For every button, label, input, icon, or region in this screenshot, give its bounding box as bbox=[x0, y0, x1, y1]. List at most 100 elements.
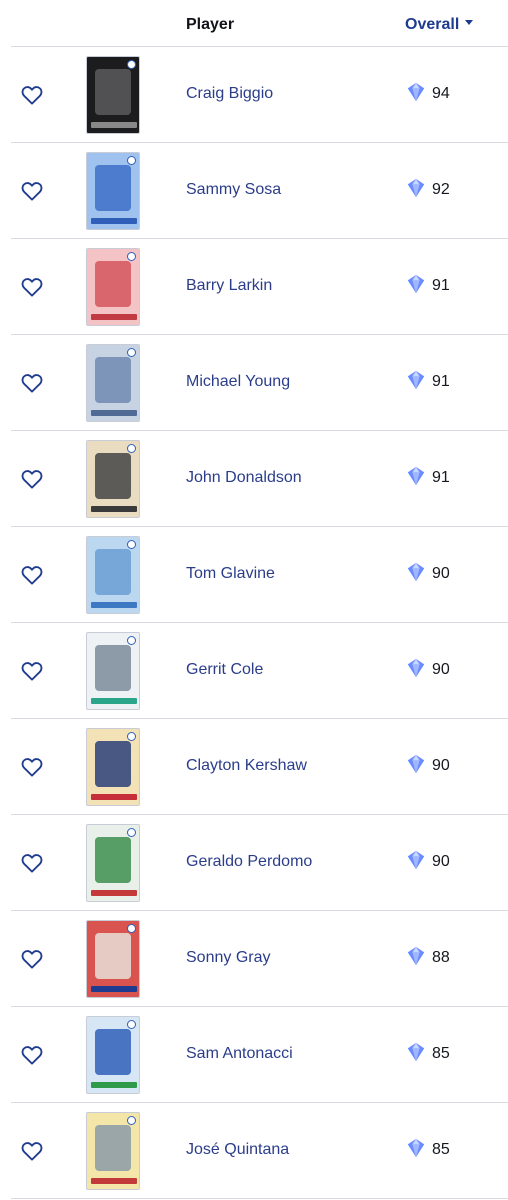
player-name-link[interactable]: Sammy Sosa bbox=[186, 181, 281, 199]
card-photo bbox=[95, 549, 131, 595]
table-row[interactable]: Michael Young 91 bbox=[11, 335, 508, 431]
table-row[interactable]: José Quintana 85 bbox=[11, 1103, 508, 1199]
player-name-link[interactable]: Craig Biggio bbox=[186, 85, 273, 103]
column-header-overall-sort[interactable]: Overall bbox=[405, 16, 474, 34]
overall-rating: 91 bbox=[432, 373, 450, 390]
card-nameplate bbox=[91, 1082, 137, 1088]
table-row[interactable]: Gerrit Cole 90 bbox=[11, 623, 508, 719]
diamond-rarity-icon bbox=[405, 753, 427, 775]
favorite-heart-icon[interactable] bbox=[21, 85, 43, 105]
overall-rating: 90 bbox=[432, 853, 450, 870]
diamond-rarity-icon bbox=[405, 177, 427, 199]
favorite-heart-icon[interactable] bbox=[21, 757, 43, 777]
table-row[interactable]: Barry Larkin 91 bbox=[11, 239, 508, 335]
favorite-heart-icon[interactable] bbox=[21, 373, 43, 393]
player-card-image[interactable] bbox=[86, 152, 140, 230]
card-photo bbox=[95, 933, 131, 979]
card-photo bbox=[95, 837, 131, 883]
player-card-image[interactable] bbox=[86, 344, 140, 422]
player-card-image[interactable] bbox=[86, 728, 140, 806]
diamond-rarity-icon bbox=[405, 369, 427, 391]
diamond-rarity-icon bbox=[405, 81, 427, 103]
card-badge-icon bbox=[127, 636, 136, 645]
table-body: Craig Biggio 94 Sammy Sosa 92 Barry Larkin 91… bbox=[11, 47, 508, 1199]
player-name-link[interactable]: Geraldo Perdomo bbox=[186, 853, 312, 871]
card-photo bbox=[95, 741, 131, 787]
card-badge-icon bbox=[127, 156, 136, 165]
player-name-link[interactable]: José Quintana bbox=[186, 1141, 289, 1159]
card-badge-icon bbox=[127, 348, 136, 357]
favorite-heart-icon[interactable] bbox=[21, 661, 43, 681]
table-row[interactable]: Clayton Kershaw 90 bbox=[11, 719, 508, 815]
card-badge-icon bbox=[127, 444, 136, 453]
card-nameplate bbox=[91, 506, 137, 512]
player-name-link[interactable]: Clayton Kershaw bbox=[186, 757, 307, 775]
player-name-link[interactable]: John Donaldson bbox=[186, 469, 302, 487]
card-badge-icon bbox=[127, 1020, 136, 1029]
player-card-image[interactable] bbox=[86, 248, 140, 326]
favorite-heart-icon[interactable] bbox=[21, 1141, 43, 1161]
table-row[interactable]: John Donaldson 91 bbox=[11, 431, 508, 527]
card-nameplate bbox=[91, 1178, 137, 1184]
table-row[interactable]: Tom Glavine 90 bbox=[11, 527, 508, 623]
overall-rating: 92 bbox=[432, 181, 450, 198]
diamond-rarity-icon bbox=[405, 849, 427, 871]
overall-rating: 91 bbox=[432, 469, 450, 486]
player-name-link[interactable]: Tom Glavine bbox=[186, 565, 275, 583]
favorite-heart-icon[interactable] bbox=[21, 853, 43, 873]
card-photo bbox=[95, 645, 131, 691]
card-badge-icon bbox=[127, 252, 136, 261]
column-header-player: Player bbox=[186, 16, 235, 33]
favorite-heart-icon[interactable] bbox=[21, 469, 43, 489]
card-photo bbox=[95, 69, 131, 115]
player-name-link[interactable]: Sonny Gray bbox=[186, 949, 270, 967]
favorite-heart-icon[interactable] bbox=[21, 1045, 43, 1065]
card-badge-icon bbox=[127, 540, 136, 549]
overall-sort-label: Overall bbox=[405, 16, 460, 33]
table-row[interactable]: Sam Antonacci 85 bbox=[11, 1007, 508, 1103]
overall-rating: 90 bbox=[432, 757, 450, 774]
card-photo bbox=[95, 453, 131, 499]
table-row[interactable]: Sonny Gray 88 bbox=[11, 911, 508, 1007]
overall-rating: 90 bbox=[432, 565, 450, 582]
favorite-heart-icon[interactable] bbox=[21, 181, 43, 201]
card-photo bbox=[95, 357, 131, 403]
favorite-heart-icon[interactable] bbox=[21, 565, 43, 585]
overall-rating: 91 bbox=[432, 277, 450, 294]
card-photo bbox=[95, 261, 131, 307]
overall-rating: 88 bbox=[432, 949, 450, 966]
card-badge-icon bbox=[127, 732, 136, 741]
card-badge-icon bbox=[127, 828, 136, 837]
favorite-heart-icon[interactable] bbox=[21, 277, 43, 297]
player-name-link[interactable]: Gerrit Cole bbox=[186, 661, 263, 679]
card-nameplate bbox=[91, 698, 137, 704]
table-row[interactable]: Geraldo Perdomo 90 bbox=[11, 815, 508, 911]
table-row[interactable]: Sammy Sosa 92 bbox=[11, 143, 508, 239]
card-nameplate bbox=[91, 410, 137, 416]
overall-rating: 85 bbox=[432, 1045, 450, 1062]
card-badge-icon bbox=[127, 60, 136, 69]
diamond-rarity-icon bbox=[405, 561, 427, 583]
caret-down-icon bbox=[465, 20, 474, 26]
player-card-image[interactable] bbox=[86, 440, 140, 518]
diamond-rarity-icon bbox=[405, 465, 427, 487]
player-card-image[interactable] bbox=[86, 824, 140, 902]
player-card-image[interactable] bbox=[86, 56, 140, 134]
diamond-rarity-icon bbox=[405, 657, 427, 679]
player-card-image[interactable] bbox=[86, 1112, 140, 1190]
player-table: Player Overall Craig Biggio 94 Sammy Sosa 9… bbox=[11, 0, 508, 1199]
player-card-image[interactable] bbox=[86, 920, 140, 998]
table-row[interactable]: Craig Biggio 94 bbox=[11, 47, 508, 143]
player-card-image[interactable] bbox=[86, 536, 140, 614]
card-photo bbox=[95, 1125, 131, 1171]
card-nameplate bbox=[91, 602, 137, 608]
card-nameplate bbox=[91, 314, 137, 320]
player-card-image[interactable] bbox=[86, 1016, 140, 1094]
favorite-heart-icon[interactable] bbox=[21, 949, 43, 969]
player-card-image[interactable] bbox=[86, 632, 140, 710]
player-name-link[interactable]: Michael Young bbox=[186, 373, 290, 391]
player-name-link[interactable]: Barry Larkin bbox=[186, 277, 272, 295]
diamond-rarity-icon bbox=[405, 1041, 427, 1063]
diamond-rarity-icon bbox=[405, 945, 427, 967]
player-name-link[interactable]: Sam Antonacci bbox=[186, 1045, 293, 1063]
